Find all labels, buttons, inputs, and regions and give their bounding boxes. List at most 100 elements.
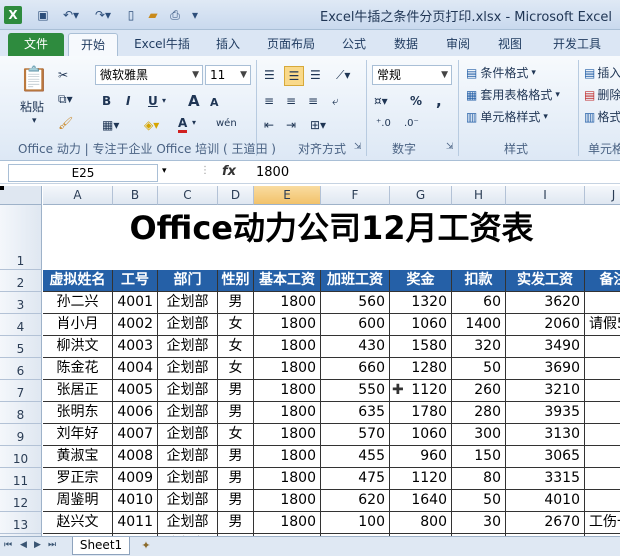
conditional-format-button[interactable]: ▤ 条件格式 ▾ [466,64,536,81]
format-cells-button[interactable]: ▥ 格式 [584,108,620,125]
cell-e3[interactable]: 1800 [254,292,321,314]
cell-b13[interactable]: 4011 [113,512,158,534]
cell-e12[interactable]: 1800 [254,490,321,512]
cell-h4[interactable]: 1400 [452,314,506,336]
tab-view[interactable]: 视图 [490,33,530,56]
tab-formulas[interactable]: 公式 [334,33,374,56]
header-cell-c[interactable]: 部门 [158,270,218,292]
cell-b12[interactable]: 4010 [113,490,158,512]
row-header-7[interactable]: 7 [0,380,42,402]
customize-icon[interactable]: ▾ [188,6,202,24]
fill-color-icon[interactable]: ◈▾ [144,118,159,132]
tab-developer[interactable]: 开发工具 [544,33,610,56]
tab-review[interactable]: 审阅 [438,33,478,56]
cell-i4[interactable]: 2060 [506,314,585,336]
cell-a12[interactable]: 周鉴明 [43,490,113,512]
tab-file[interactable]: 文件 [8,33,64,56]
border-icon[interactable]: ▦▾ [102,118,119,132]
cell-g8[interactable]: 1780 [390,402,452,424]
cell-i7[interactable]: 3210 [506,380,585,402]
cell-c6[interactable]: 企划部 [158,358,218,380]
cell-c10[interactable]: 企划部 [158,446,218,468]
column-header-h[interactable]: H [452,186,506,205]
cell-b11[interactable]: 4009 [113,468,158,490]
cell-c5[interactable]: 企划部 [158,336,218,358]
header-cell-a[interactable]: 虚拟姓名 [43,270,113,292]
cell-a4[interactable]: 肖小月 [43,314,113,336]
sheet-title-cell[interactable]: Office动力公司12月工资表 [43,206,620,251]
cell-g12[interactable]: 1640 [390,490,452,512]
cell-b5[interactable]: 4003 [113,336,158,358]
redo-icon[interactable]: ↷▾ [90,6,116,24]
cell-i5[interactable]: 3490 [506,336,585,358]
first-sheet-icon[interactable]: ⏮ [4,540,12,550]
save-icon[interactable]: ▣ [34,6,52,24]
paste-button[interactable]: 粘贴 [20,98,44,115]
row-header-1[interactable]: 1 [0,205,42,270]
open-folder-icon[interactable]: ▰ [144,6,162,24]
comma-button[interactable]: , [436,92,442,110]
cell-g5[interactable]: 1580 [390,336,452,358]
header-cell-f[interactable]: 加班工资 [321,270,390,292]
font-size-dropdown[interactable]: 11 ▼ [205,65,251,85]
cell-d11[interactable]: 男 [218,468,254,490]
shrink-font-button[interactable]: A [210,96,219,109]
cell-g9[interactable]: 1060 [390,424,452,446]
cell-i11[interactable]: 3315 [506,468,585,490]
cell-j4[interactable]: 请假5 [585,314,620,336]
cell-h11[interactable]: 80 [452,468,506,490]
header-cell-i[interactable]: 实发工资 [506,270,585,292]
row-header-9[interactable]: 9 [0,424,42,446]
name-box[interactable]: E25 [8,164,158,182]
cell-j5[interactable] [585,336,620,358]
column-header-f[interactable]: F [321,186,390,205]
cell-b8[interactable]: 4006 [113,402,158,424]
cell-f13[interactable]: 100 [321,512,390,534]
cell-j9[interactable] [585,424,620,446]
new-file-icon[interactable]: ▯ [122,6,140,24]
worksheet-grid[interactable]: ABCDEFGHIJ 1234567891011121314 Office动力公… [0,186,620,536]
cell-i13[interactable]: 2670 [506,512,585,534]
tab-excel-niucha[interactable]: Excel牛插 [126,33,198,56]
column-header-j[interactable]: J [585,186,620,205]
cell-f7[interactable]: 550 [321,380,390,402]
cell-j7[interactable] [585,380,620,402]
cell-f11[interactable]: 475 [321,468,390,490]
column-header-b[interactable]: B [113,186,158,205]
bold-button[interactable]: B [102,94,111,108]
cell-e6[interactable]: 1800 [254,358,321,380]
cell-f10[interactable]: 455 [321,446,390,468]
format-painter-icon[interactable]: 🖌 [58,116,73,130]
percent-button[interactable]: % [410,94,422,108]
cell-f8[interactable]: 635 [321,402,390,424]
cell-h8[interactable]: 280 [452,402,506,424]
cell-h13[interactable]: 30 [452,512,506,534]
sheet-tab-sheet1[interactable]: Sheet1 [72,537,130,555]
align-left-icon[interactable]: ≡ [264,94,274,108]
phonetic-button[interactable]: wén [216,118,237,129]
insert-cells-button[interactable]: ▤ 插入 [584,64,620,81]
cell-d12[interactable]: 男 [218,490,254,512]
column-header-a[interactable]: A [43,186,113,205]
header-cell-b[interactable]: 工号 [113,270,158,292]
cell-j11[interactable] [585,468,620,490]
cell-e5[interactable]: 1800 [254,336,321,358]
dialog-launcher-icon[interactable]: ⇲ [354,142,362,152]
align-right-icon[interactable]: ≡ [308,94,318,108]
tab-page-layout[interactable]: 页面布局 [258,33,324,56]
cell-e13[interactable]: 1800 [254,512,321,534]
paste-icon[interactable]: 📋 [19,62,49,96]
column-header-c[interactable]: C [158,186,218,205]
cell-f5[interactable]: 430 [321,336,390,358]
row-header-12[interactable]: 12 [0,490,42,512]
cell-a13[interactable]: 赵兴文 [43,512,113,534]
cell-e11[interactable]: 1800 [254,468,321,490]
cell-d9[interactable]: 女 [218,424,254,446]
cell-c4[interactable]: 企划部 [158,314,218,336]
cell-i10[interactable]: 3065 [506,446,585,468]
number-format-dropdown[interactable]: 常规 ▼ [372,65,452,85]
cell-a10[interactable]: 黄淑宝 [43,446,113,468]
italic-button[interactable]: I [126,94,130,108]
cell-b9[interactable]: 4007 [113,424,158,446]
row-header-8[interactable]: 8 [0,402,42,424]
